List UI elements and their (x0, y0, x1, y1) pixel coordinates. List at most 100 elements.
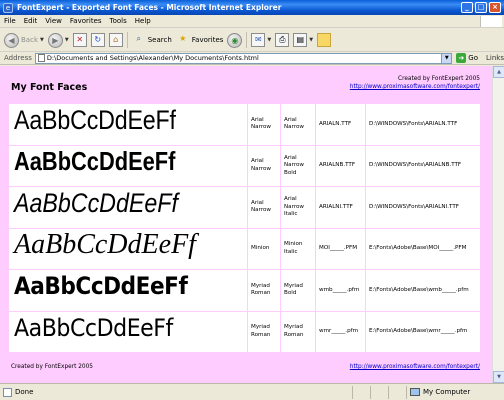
header-credits: Created by FontExpert 2005 http://www.pr… (350, 75, 480, 91)
favorites-button[interactable]: ★ Favorites (176, 33, 224, 47)
mail-button[interactable]: ✉ ▼ (251, 33, 271, 47)
status-pane (352, 385, 370, 399)
maximize-button[interactable]: □ (475, 2, 487, 13)
font-sample: AaBbCcDdEeFf (14, 187, 178, 218)
address-bar: Address D:\Documents and Settings\Alexan… (0, 52, 504, 65)
font-style-cell: Myriad Roman (280, 310, 316, 353)
print-button[interactable]: ⎙ (275, 33, 290, 47)
menu-file[interactable]: File (0, 17, 20, 25)
font-path-cell: E:\Fonts\Adobe\Base\wmr_____.pfm (365, 310, 481, 353)
status-pane (370, 385, 388, 399)
page-content: My Font Faces Created by FontExpert 2005… (0, 66, 492, 383)
home-icon: ⌂ (108, 33, 123, 47)
search-icon: ⌕ (136, 34, 141, 43)
status-pane (388, 385, 406, 399)
table-row: AaBbCcDdEeFf Arial Narrow Arial Narrow A… (8, 103, 481, 146)
edit-button[interactable]: ▤ ▼ (293, 33, 313, 47)
font-name-cell: Arial Narrow (247, 103, 281, 146)
print-icon: ⎙ (275, 33, 290, 47)
scroll-up-icon[interactable]: ▲ (493, 66, 504, 78)
links-button[interactable]: Links (486, 54, 504, 62)
font-style-cell: Arial Narrow (280, 103, 316, 146)
close-button[interactable]: × (489, 2, 501, 13)
back-button[interactable]: ◀ Back ▼ (4, 32, 44, 48)
font-file-cell: MOI_____.PFM (315, 227, 366, 270)
font-sample-cell: AaBbCcDdEeFf (8, 144, 248, 187)
table-row: AaBbCcDdEeFf Arial Narrow Arial Narrow B… (8, 144, 481, 187)
font-sample: AaBbCcDdEeFf (14, 146, 176, 176)
created-by-text: Created by FontExpert 2005 (398, 76, 480, 82)
footer-link[interactable]: http://www.proximasoftware.com/fontexper… (350, 364, 480, 370)
home-button[interactable]: ⌂ (108, 33, 123, 47)
address-input[interactable]: D:\Documents and Settings\Alexander\My D… (34, 52, 453, 64)
stop-button[interactable]: ✕ (72, 33, 87, 47)
fonts-table: AaBbCcDdEeFf Arial Narrow Arial Narrow A… (8, 103, 481, 353)
font-file-cell: ARIALNI.TTF (315, 186, 366, 229)
font-style-cell: Arial Narrow Bold (280, 144, 316, 187)
font-style-cell: Arial Narrow Italic (280, 186, 316, 229)
font-path-cell: E:\Fonts\Adobe\Base\MOI_____.PFM (365, 227, 481, 270)
window-title: FontExpert - Exported Font Faces - Micro… (17, 3, 282, 12)
font-path-cell: D:\WINDOWS\Fonts\ARIALN.TTF (365, 103, 481, 146)
font-path-cell: D:\WINDOWS\Fonts\ARIALNI.TTF (365, 186, 481, 229)
menu-view[interactable]: View (41, 17, 66, 25)
go-label: Go (468, 54, 479, 62)
font-sample: AaBbCcDdEeFf (14, 272, 188, 300)
font-name-cell: Arial Narrow (247, 186, 281, 229)
address-dropdown-icon[interactable]: ▼ (441, 53, 452, 63)
table-row: AaBbCcDdEeFf Myriad Roman Myriad Bold wm… (8, 269, 481, 312)
edit-icon: ▤ (293, 33, 308, 47)
status-text: Done (15, 388, 34, 396)
favorites-star-icon: ★ (179, 34, 187, 43)
font-name-cell: Myriad Roman (247, 310, 281, 353)
security-zone: My Computer (406, 385, 494, 399)
search-label: Search (147, 36, 172, 44)
address-label: Address (4, 54, 32, 62)
favorites-label: Favorites (191, 36, 224, 44)
font-style-cell: Minion Italic (280, 227, 316, 270)
font-sample-cell: AaBbCcDdEeFf (8, 186, 248, 229)
refresh-icon: ↻ (90, 33, 105, 47)
back-dropdown-icon[interactable]: ▼ (40, 37, 44, 43)
vertical-scrollbar[interactable]: ▲ ▼ (492, 66, 504, 383)
search-button[interactable]: ⌕ Search (132, 33, 172, 47)
menu-bar: File Edit View Favorites Tools Help (0, 15, 504, 28)
font-sample-cell: AaBbCcDdEeFf (8, 269, 248, 312)
back-arrow-icon: ◀ (4, 32, 19, 48)
forward-button[interactable]: ▶ ▼ (47, 32, 69, 48)
table-row: AaBbCcDdEeFf Myriad Roman Myriad Roman w… (8, 310, 481, 353)
toolbar-separator (126, 32, 128, 48)
font-sample: AaBbCcDdEeFf (14, 229, 196, 260)
address-url[interactable]: D:\Documents and Settings\Alexander\My D… (47, 54, 441, 62)
page-title: My Font Faces (11, 82, 88, 93)
toolbar: ◀ Back ▼ ▶ ▼ ✕ ↻ ⌂ ⌕ Search ★ Favorites … (0, 29, 504, 52)
back-label: Back (21, 36, 38, 44)
fontexpert-link[interactable]: http://www.proximasoftware.com/fontexper… (350, 83, 480, 91)
edit-dropdown-icon[interactable]: ▼ (309, 37, 313, 43)
resize-grip[interactable] (494, 386, 504, 399)
table-row: AaBbCcDdEeFf Arial Narrow Arial Narrow I… (8, 186, 481, 229)
menu-tools[interactable]: Tools (106, 17, 131, 25)
font-sample: AaBbCcDdEeFf (14, 104, 176, 135)
font-style-cell: Myriad Bold (280, 269, 316, 312)
zone-label: My Computer (423, 388, 471, 396)
go-button[interactable]: ➜ Go (456, 53, 478, 63)
status-bar: Done My Computer (0, 383, 504, 400)
font-path-cell: E:\Fonts\Adobe\Base\wmb_____.pfm (365, 269, 481, 312)
font-path-cell: D:\WINDOWS\Fonts\ARIALNB.TTF (365, 144, 481, 187)
windows-logo-icon (480, 15, 502, 27)
media-icon: ◉ (227, 32, 243, 48)
forward-dropdown-icon[interactable]: ▼ (65, 37, 69, 43)
media-button[interactable]: ◉ (227, 32, 243, 48)
folder-button[interactable] (317, 33, 332, 47)
page-done-icon (3, 387, 12, 397)
scroll-down-icon[interactable]: ▼ (493, 371, 504, 383)
menu-favorites[interactable]: Favorites (66, 17, 106, 25)
menu-help[interactable]: Help (131, 17, 155, 25)
menu-edit[interactable]: Edit (20, 17, 42, 25)
minimize-button[interactable]: _ (461, 2, 473, 13)
refresh-button[interactable]: ↻ (90, 33, 105, 47)
font-file-cell: wmr_____.pfm (315, 310, 366, 353)
mail-dropdown-icon[interactable]: ▼ (267, 37, 271, 43)
footer-created-by: Created by FontExpert 2005 (11, 364, 93, 370)
